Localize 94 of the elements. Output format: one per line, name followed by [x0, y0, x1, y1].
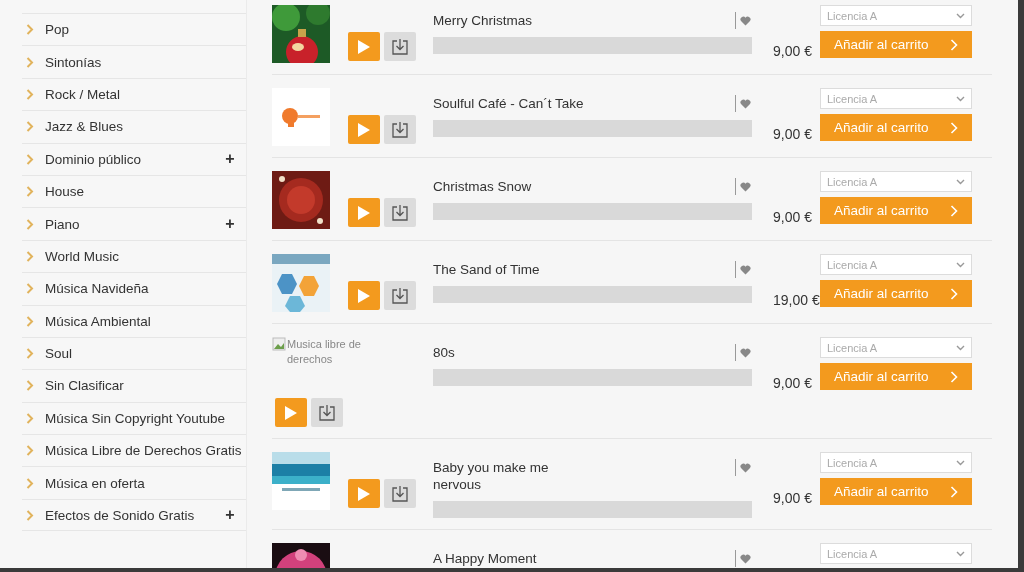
chevron-right-icon — [950, 38, 958, 51]
chevron-right-icon — [950, 370, 958, 383]
play-icon — [357, 287, 371, 304]
category-link[interactable]: Sintonías — [45, 54, 236, 70]
heart-icon[interactable] — [740, 15, 751, 26]
play-button[interactable] — [348, 479, 380, 508]
price: 9,00 € — [773, 126, 812, 142]
chevron-icon — [26, 121, 34, 133]
price: 9,00 € — [773, 375, 812, 391]
chevron-icon — [26, 88, 34, 100]
category-link[interactable]: Piano — [45, 216, 224, 232]
category-link[interactable]: Jazz & Blues — [45, 119, 236, 135]
category-link[interactable]: Sin Clasificar — [45, 378, 236, 394]
chevron-icon — [26, 24, 34, 36]
chevron-down-icon — [956, 178, 965, 185]
download-button[interactable] — [311, 398, 343, 427]
chevron-icon — [26, 509, 34, 521]
chevron-icon — [26, 56, 34, 68]
chevron-right-icon — [950, 121, 958, 134]
chevron-icon — [26, 348, 34, 360]
track-title: A Happy Moment — [433, 550, 537, 567]
chevron-down-icon — [956, 550, 965, 557]
chevron-icon — [26, 186, 34, 198]
image-alt-text: Musica libre de derechos — [287, 337, 362, 367]
price: 19,00 € — [773, 292, 820, 308]
track-title: The Sand of Time — [433, 261, 540, 278]
category-link[interactable]: Efectos de Sonido Gratis — [45, 507, 224, 523]
play-button[interactable] — [348, 281, 380, 310]
play-button[interactable] — [275, 398, 307, 427]
play-button[interactable] — [348, 198, 380, 227]
category-link[interactable]: Soul — [45, 346, 236, 362]
expand-toggle[interactable]: + — [224, 150, 236, 169]
category-link[interactable]: Música Ambiental — [45, 313, 236, 329]
heart-icon[interactable] — [740, 181, 751, 192]
download-icon — [391, 484, 409, 503]
download-button[interactable] — [384, 198, 416, 227]
category-link[interactable]: House — [45, 184, 236, 200]
download-icon — [318, 403, 336, 422]
download-icon — [391, 37, 409, 56]
track-title: Baby you make me nervous — [433, 459, 549, 493]
download-icon — [391, 203, 409, 222]
chevron-right-icon — [950, 287, 958, 300]
category-link[interactable]: World Music — [45, 248, 236, 264]
play-icon — [357, 38, 371, 55]
track-title: Merry Christmas — [433, 12, 532, 29]
play-icon — [357, 485, 371, 502]
category-link[interactable]: Rock / Metal — [45, 86, 236, 102]
chevron-down-icon — [956, 459, 965, 466]
track-title: Christmas Snow — [433, 178, 532, 195]
category-link[interactable]: Pop — [45, 22, 236, 38]
play-icon — [357, 121, 371, 138]
download-icon — [391, 286, 409, 305]
chevron-icon — [26, 315, 34, 327]
play-button[interactable] — [348, 32, 380, 61]
category-link[interactable]: Música Navideña — [45, 281, 236, 297]
track-title: 80s — [433, 344, 455, 361]
chevron-down-icon — [956, 12, 965, 19]
broken-image-icon — [272, 337, 286, 351]
heart-icon[interactable] — [740, 264, 751, 275]
chevron-right-icon — [950, 204, 958, 217]
heart-icon[interactable] — [740, 462, 751, 473]
download-button[interactable] — [384, 479, 416, 508]
price: 9,00 € — [773, 43, 812, 59]
price: 9,00 € — [773, 209, 812, 225]
expand-toggle[interactable]: + — [224, 215, 236, 234]
chevron-icon — [26, 380, 34, 392]
download-button[interactable] — [384, 115, 416, 144]
heart-icon[interactable] — [740, 98, 751, 109]
chevron-icon — [26, 283, 34, 295]
play-icon — [357, 204, 371, 221]
chevron-icon — [26, 477, 34, 489]
heart-icon[interactable] — [740, 347, 751, 358]
track-title: Soulful Café - Can´t Take — [433, 95, 584, 112]
chevron-down-icon — [956, 95, 965, 102]
chevron-icon — [26, 412, 34, 424]
chevron-right-icon — [950, 485, 958, 498]
category-link[interactable]: Música en oferta — [45, 475, 236, 491]
category-link[interactable]: Música Libre de Derechos Gratis — [45, 443, 242, 459]
chevron-down-icon — [956, 261, 965, 268]
chevron-icon — [26, 445, 34, 457]
price: 9,00 € — [773, 490, 812, 506]
play-button[interactable] — [348, 115, 380, 144]
download-button[interactable] — [384, 281, 416, 310]
expand-toggle[interactable]: + — [224, 506, 236, 525]
chevron-down-icon — [956, 344, 965, 351]
chevron-icon — [26, 250, 34, 262]
play-icon — [284, 404, 298, 421]
category-link[interactable]: Dominio público — [45, 151, 224, 167]
heart-icon[interactable] — [740, 553, 751, 564]
chevron-icon — [26, 218, 34, 230]
chevron-icon — [26, 153, 34, 165]
download-button[interactable] — [384, 32, 416, 61]
category-link[interactable]: Música Sin Copyright Youtube — [45, 410, 236, 426]
download-icon — [391, 120, 409, 139]
